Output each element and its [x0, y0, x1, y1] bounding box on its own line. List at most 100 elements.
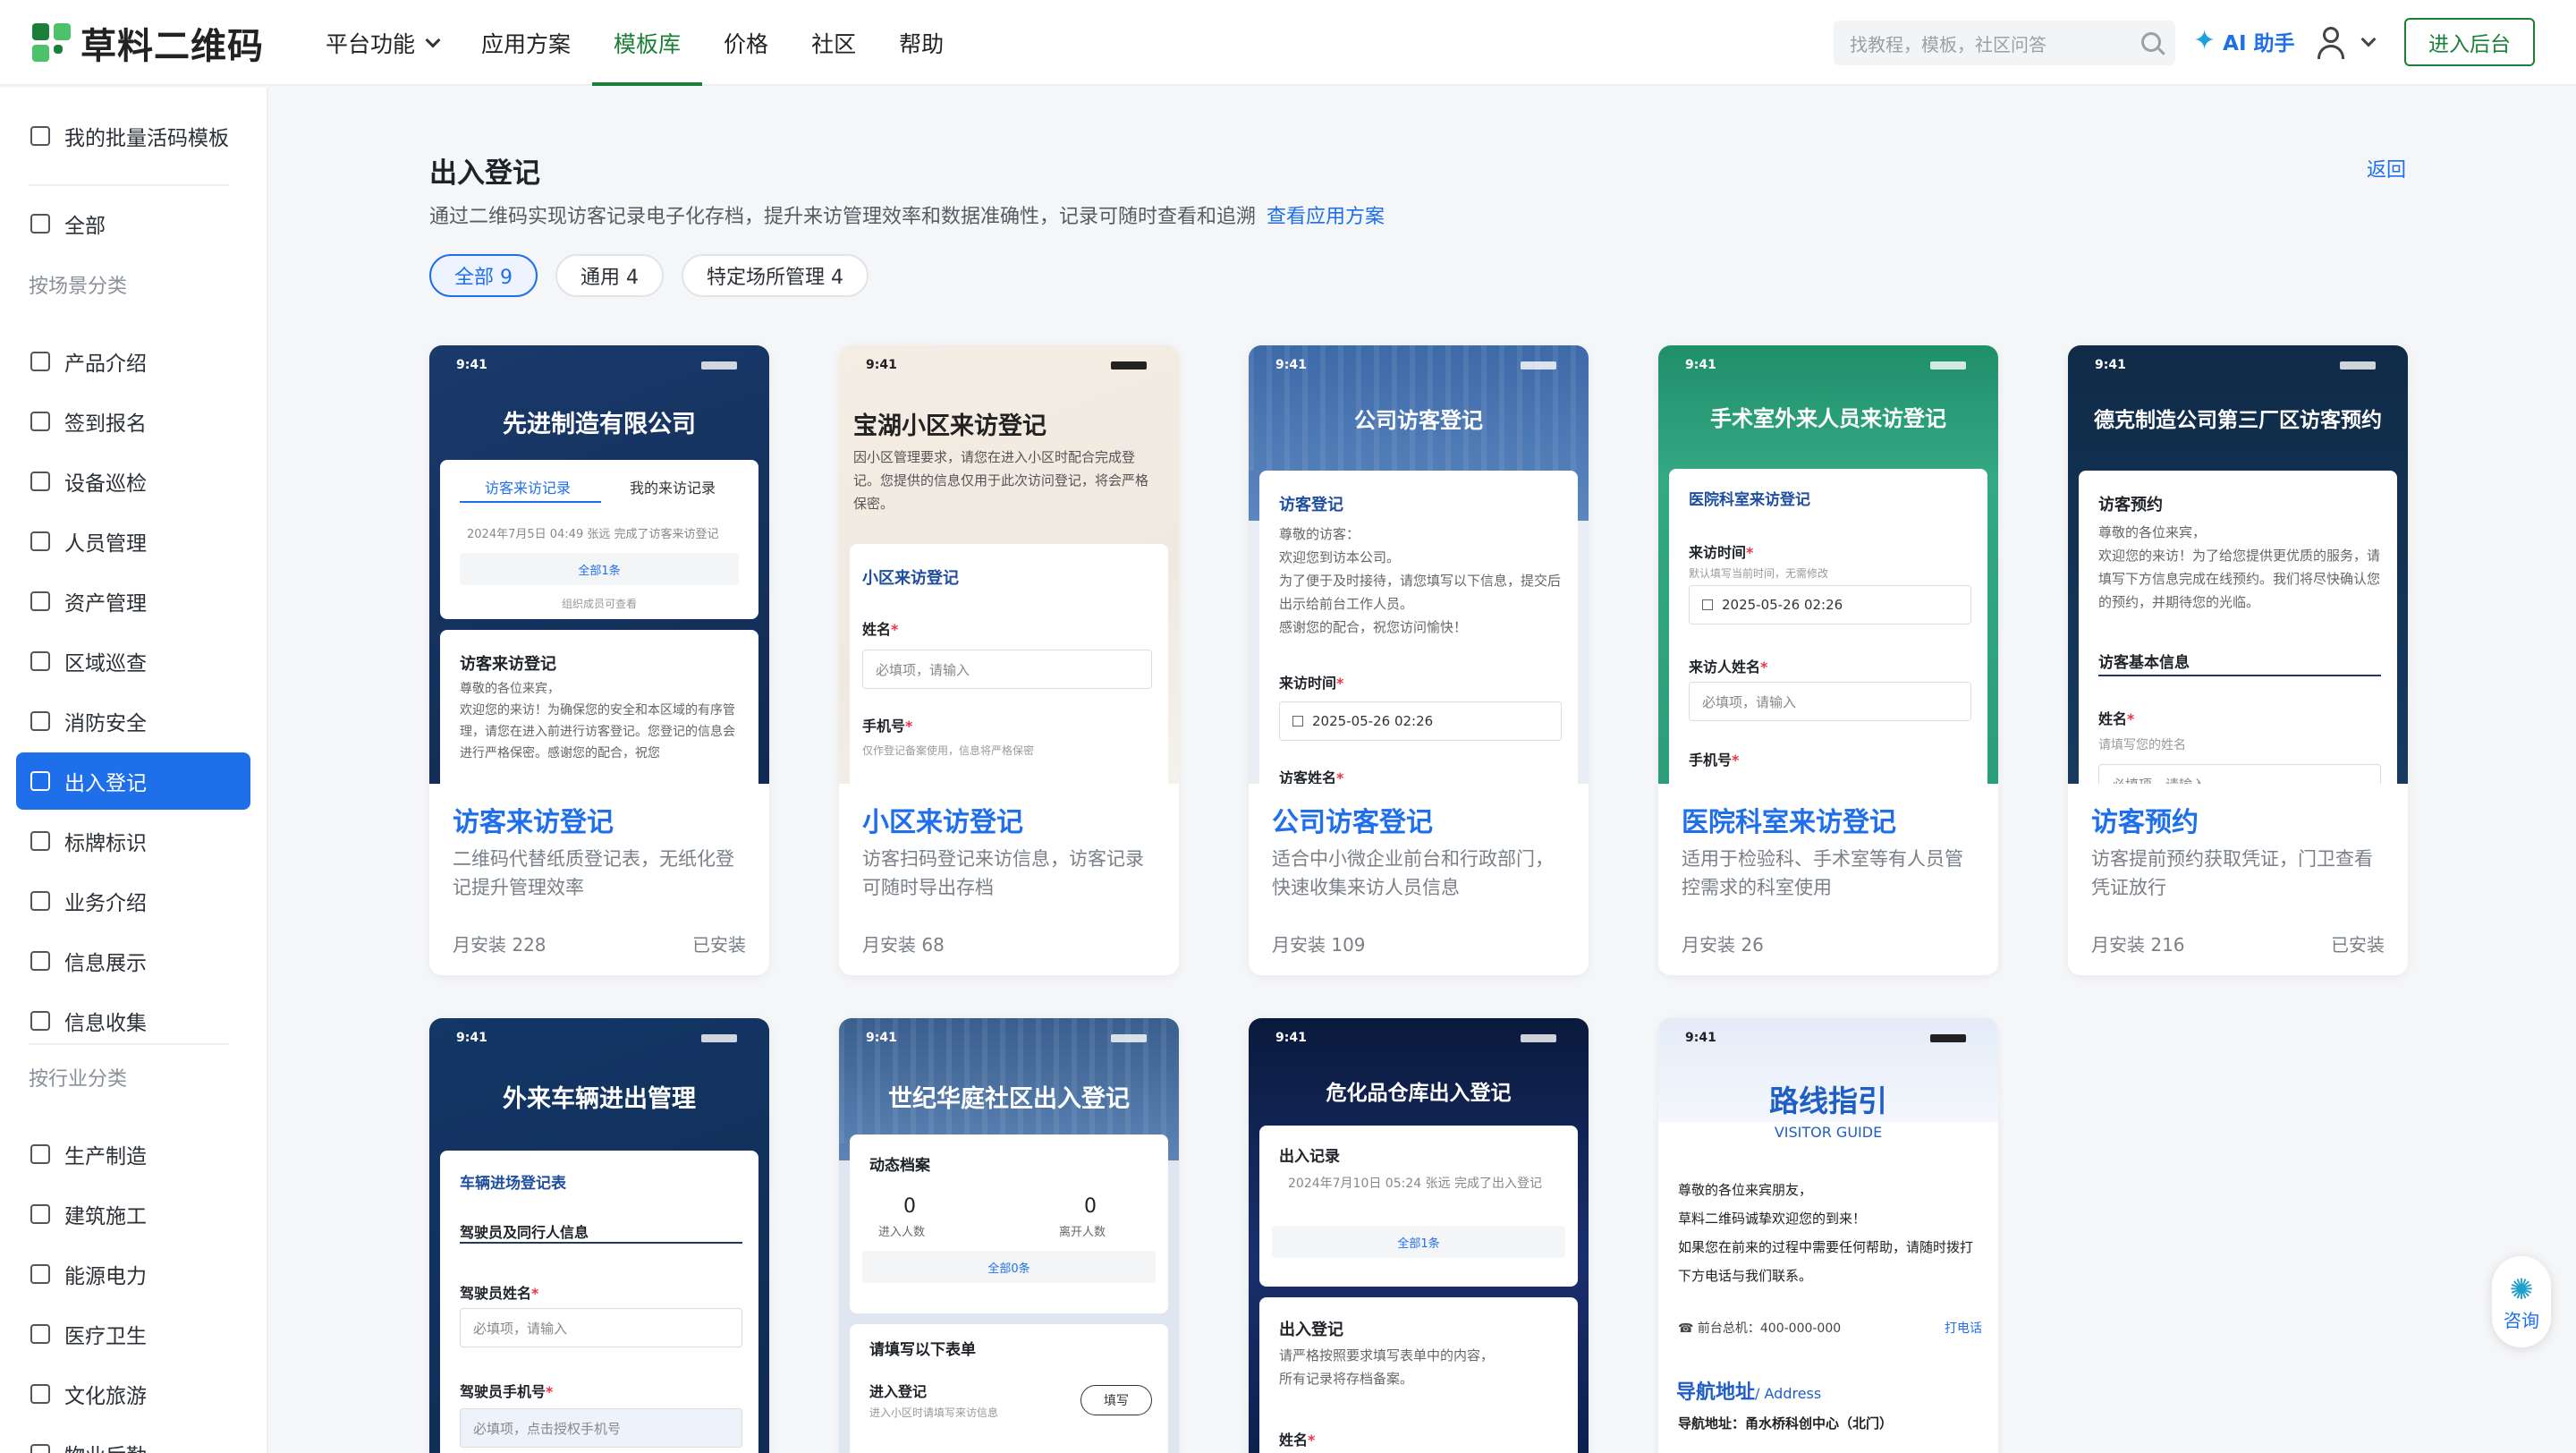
sidebar-item-scene[interactable]: 业务介绍 — [16, 872, 250, 930]
sidebar-item-scene[interactable]: 签到报名 — [16, 393, 250, 450]
ai-sparkle-icon: ✦ — [2193, 25, 2216, 56]
card-preview: 9:41 世纪华庭社区出入登记 动态档案 0 进入人数 0 离开人数 全部0条 … — [839, 1018, 1179, 1453]
sidebar-item-industry[interactable]: 文化旅游 — [16, 1365, 250, 1423]
preview-phone: ☎ 前台总机：400-000-000 — [1678, 1321, 1842, 1336]
nav-help[interactable]: 帮助 — [877, 0, 965, 86]
sidebar-item-scene[interactable]: 资产管理 — [16, 573, 250, 630]
signal-icon — [701, 1034, 737, 1042]
sidebar-item-my-templates[interactable]: 我的批量活码模板 — [16, 107, 250, 165]
search-placeholder: 找教程，模板，社区问答 — [1850, 33, 2046, 55]
signal-icon — [1930, 361, 1966, 370]
view-solution-link[interactable]: 查看应用方案 — [1267, 206, 1385, 228]
sidebar-item-industry[interactable]: 能源电力 — [16, 1245, 250, 1303]
preview-input: 必填项，请输入 — [1689, 682, 1971, 721]
nav-platform[interactable]: 平台功能 — [304, 0, 460, 86]
chat-sparkle-icon: ✺ — [2509, 1271, 2534, 1306]
field-label: 姓名* — [2098, 710, 2135, 727]
preview-text: 尊敬的访客： 欢迎您到访本公司。 为了便于及时接待，请您填写以下信息，提交后出示… — [1279, 526, 1562, 635]
sidebar-item-scene[interactable]: 人员管理 — [16, 513, 250, 570]
card-desc: 访客扫码登记来访信息，访客记录可随时导出存档 — [862, 848, 1144, 898]
template-card[interactable]: 9:41 世纪华庭社区出入登记 动态档案 0 进入人数 0 离开人数 全部0条 … — [839, 1018, 1179, 1453]
consult-label: 咨询 — [2504, 1309, 2539, 1331]
search-icon[interactable] — [2141, 32, 2161, 52]
preview-panel: 访客预约 尊敬的各位来宾， 欢迎您的来访！为了给您提供更优质的服务，请填写下方信… — [2079, 471, 2397, 784]
template-card[interactable]: 9:41 公司访客登记 访客登记 尊敬的访客： 欢迎您到访本公司。 为了便于及时… — [1249, 345, 1589, 975]
status-time: 9:41 — [1275, 1031, 1307, 1045]
scrollbar[interactable] — [2563, 86, 2576, 1453]
page-title: 出入登记 — [429, 157, 540, 190]
sidebar-item-scene[interactable]: 设备巡检 — [16, 453, 250, 510]
tab-all[interactable]: 全部 9 — [429, 254, 538, 297]
nav-templates[interactable]: 模板库 — [592, 0, 703, 86]
nav-pricing[interactable]: 价格 — [702, 0, 790, 86]
card-stats: 月安装 68 — [862, 934, 945, 956]
preview-hero: 手术室外来人员来访登记 — [1710, 406, 1946, 431]
preview-input: 2025-05-26 02:26 — [1689, 585, 1971, 625]
sidebar-item-label: 文化旅游 — [64, 1385, 147, 1408]
preview-panel: 动态档案 0 进入人数 0 离开人数 全部0条 — [850, 1134, 1168, 1313]
sidebar-item-scene[interactable]: 消防安全 — [16, 693, 250, 750]
nav-community[interactable]: 社区 — [790, 0, 877, 86]
field-label: 访客姓名* — [1279, 769, 1344, 784]
consult-button[interactable]: ✺ 咨询 — [2492, 1256, 2551, 1347]
nav-label: 社区 — [811, 31, 857, 57]
template-card[interactable]: 9:41 路线指引 VISITOR GUIDE 尊敬的各位来宾朋友， 草料二维码… — [1658, 1018, 1998, 1453]
box-icon — [30, 352, 50, 371]
tab-specific-venue[interactable]: 特定场所管理 4 — [682, 254, 869, 297]
template-card[interactable]: 9:41 宝湖小区来访登记 因小区管理要求，请您在进入小区时配合完成登记。您提供… — [839, 345, 1179, 975]
preview-panel: 出入登记 请严格按照要求填写表单中的内容， 所有记录将存档备案。 姓名* — [1259, 1297, 1578, 1453]
sidebar-item-industry[interactable]: 建筑施工 — [16, 1185, 250, 1243]
field-label: 来访人姓名* — [1689, 659, 1768, 676]
sidebar-item-scene[interactable]: 信息收集 — [16, 992, 250, 1049]
preview-panel: 访客登记 尊敬的访客： 欢迎您到访本公司。 为了便于及时接待，请您填写以下信息，… — [1259, 471, 1578, 784]
sidebar-item-scene[interactable]: 标牌标识 — [16, 812, 250, 870]
nav-solutions[interactable]: 应用方案 — [460, 0, 592, 86]
sidebar-item-label: 我的批量活码模板 — [64, 127, 229, 150]
sidebar-item-scene[interactable]: 产品介绍 — [16, 333, 250, 390]
user-icon[interactable] — [2311, 23, 2351, 63]
sidebar-item-label: 资产管理 — [64, 592, 147, 616]
card-stats: 月安装 228 — [453, 934, 547, 956]
tab-general[interactable]: 通用 4 — [555, 254, 664, 297]
sidebar-item-label: 业务介绍 — [64, 892, 147, 915]
sidebar-item-scene[interactable]: 出入登记 — [16, 752, 250, 810]
ai-assistant-button[interactable]: ✦ AI 助手 — [2193, 25, 2295, 56]
preview-hero: 先进制造有限公司 — [503, 411, 696, 438]
card-preview: 9:41 手术室外来人员来访登记 医院科室来访登记 来访时间* 默认填写当前时间… — [1658, 345, 1998, 784]
sidebar-item-industry[interactable]: 物业后勤 — [16, 1425, 250, 1453]
template-card[interactable]: 9:41 手术室外来人员来访登记 医院科室来访登记 来访时间* 默认填写当前时间… — [1658, 345, 1998, 975]
sidebar-item-scene[interactable]: 信息展示 — [16, 932, 250, 990]
sidebar-item-all[interactable]: 全部 — [16, 195, 250, 252]
card-title: 医院科室来访登记 — [1682, 807, 1896, 838]
field-label: 手机号* — [1689, 752, 1740, 769]
status-time: 9:41 — [2095, 358, 2126, 372]
card-preview: 9:41 危化品仓库出入登记 出入记录 2024年7月10日 05:24 张远 … — [1249, 1018, 1589, 1453]
sidebar-item-industry[interactable]: 医疗卫生 — [16, 1305, 250, 1363]
field-label: 驾驶员姓名* — [460, 1285, 539, 1302]
leave-count: 0 — [1084, 1195, 1097, 1218]
preview-section-title: 请填写以下表单 — [869, 1341, 976, 1359]
chevron-down-icon[interactable] — [2360, 31, 2377, 47]
logo-text: 草料二维码 — [80, 26, 264, 67]
template-card[interactable]: 9:41 德克制造公司第三厂区访客预约 访客预约 尊敬的各位来宾， 欢迎您的来访… — [2068, 345, 2408, 975]
field-label: 手机号* — [862, 718, 913, 735]
field-label: 姓名* — [1279, 1432, 1316, 1449]
sidebar-item-industry[interactable]: 生产制造 — [16, 1126, 250, 1183]
installed-badge: 已安装 — [692, 934, 746, 956]
back-link[interactable]: 返回 — [2367, 154, 2406, 183]
brand-logo[interactable]: 草料二维码 — [32, 20, 264, 67]
briefcase-icon — [30, 891, 50, 911]
search-input[interactable]: 找教程，模板，社区问答 — [1834, 21, 2175, 65]
fire-icon — [30, 711, 50, 731]
template-card[interactable]: 9:41 外来车辆进出管理 车辆进场登记表 驾驶员及同行人信息 驾驶员姓名* 必… — [429, 1018, 769, 1453]
preview-tab: 访客来访记录 — [485, 480, 572, 497]
template-card[interactable]: 9:41 危化品仓库出入登记 出入记录 2024年7月10日 05:24 张远 … — [1249, 1018, 1589, 1453]
medical-icon — [30, 1324, 50, 1344]
card-stats: 月安装 109 — [1272, 934, 1366, 956]
enter-admin-button[interactable]: 进入后台 — [2404, 18, 2535, 66]
template-card[interactable]: 9:41 先进制造有限公司 访客来访记录 我的来访记录 2024年7月5日 04… — [429, 345, 769, 975]
sidebar-item-label: 区域巡查 — [64, 652, 147, 676]
sidebar-item-scene[interactable]: 区域巡查 — [16, 633, 250, 690]
preview-nav-title: 导航地址/ Address — [1676, 1381, 1822, 1404]
preview-text: 尊敬的各位来宾， 欢迎您的来访！为确保您的安全和本区域的有序管理，请您在进入前进… — [460, 682, 735, 760]
